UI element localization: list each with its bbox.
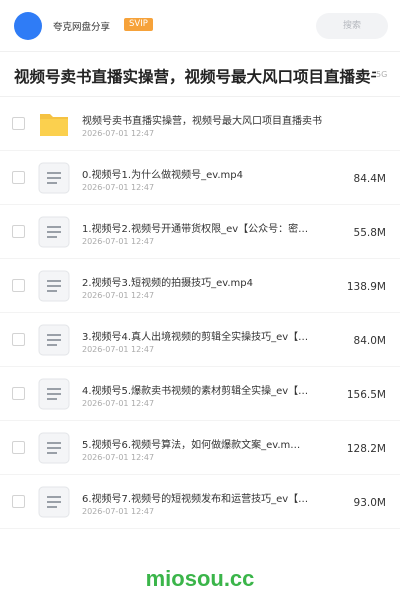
row-checkbox[interactable] <box>12 225 25 238</box>
file-name: 2.视频号3.短视频的拍摄技巧_ev.mp4 <box>82 278 254 289</box>
file-row[interactable]: 2.视频号3.短视频的拍摄技巧_ev.mp4 2026-07-01 12:47 13… <box>0 259 400 313</box>
row-checkbox[interactable] <box>12 117 25 130</box>
top-bar: 夸克网盘分享 SVIP 搜索 <box>0 0 400 52</box>
file-row[interactable]: 1.视频号2.视频号开通带货权限_ev【公众号：密… 2026-07-01 12:… <box>0 205 400 259</box>
row-checkbox[interactable] <box>12 171 25 184</box>
row-checkbox[interactable] <box>12 333 25 346</box>
document-icon <box>38 378 70 410</box>
file-row[interactable]: 5.视频号6.视频号算法，如何做爆款文案_ev.m… 2026-07-01 12:… <box>0 421 400 475</box>
file-date: 2026-07-01 12:47 <box>82 507 155 516</box>
file-row[interactable]: 0.视频号1.为什么做视频号_ev.mp4 2026-07-01 12:47 84.… <box>0 151 400 205</box>
app-name: 夸克网盘分享 <box>53 22 111 33</box>
file-row[interactable]: 6.视频号7.视频号的短视频发布和运营技巧_ev【… 2026-07-01 12:… <box>0 475 400 529</box>
svip-badge: SVIP <box>124 18 153 31</box>
folder-icon <box>38 108 70 140</box>
file-size: 128.2M <box>346 443 386 455</box>
row-checkbox[interactable] <box>12 495 25 508</box>
file-name: 4.视频号5.爆款卖书视频的素材剪辑全实操_ev【… <box>82 386 309 397</box>
avatar[interactable] <box>14 12 42 40</box>
file-size: 84.0M <box>353 335 386 347</box>
document-icon <box>38 432 70 464</box>
file-size: 138.9M <box>346 281 386 293</box>
page-title: 视频号卖书直播实操营，视频号最大风口项目直播卖书 <box>14 68 376 86</box>
folder-row[interactable]: 视频号卖书直播实操营，视频号最大风口项目直播卖书 2026-07-01 12:47 <box>0 97 400 151</box>
file-date: 2026-07-01 12:47 <box>82 345 155 354</box>
document-icon <box>38 270 70 302</box>
file-row[interactable]: 3.视频号4.真人出境视频的剪辑全实操技巧_ev【… 2026-07-01 12:… <box>0 313 400 367</box>
file-date: 2026-07-01 12:47 <box>82 399 155 408</box>
document-icon <box>38 216 70 248</box>
file-size: 156.5M <box>346 389 386 401</box>
file-name: 3.视频号4.真人出境视频的剪辑全实操技巧_ev【… <box>82 332 309 343</box>
file-date: 2026-07-01 12:47 <box>82 183 155 192</box>
file-row[interactable]: 4.视频号5.爆款卖书视频的素材剪辑全实操_ev【… 2026-07-01 12:… <box>0 367 400 421</box>
row-checkbox[interactable] <box>12 279 25 292</box>
file-date: 2026-07-01 12:47 <box>82 237 155 246</box>
file-size: 55.8M <box>353 227 386 239</box>
file-size: 84.4M <box>353 173 386 185</box>
file-name: 1.视频号2.视频号开通带货权限_ev【公众号：密… <box>82 224 309 235</box>
share-title-row: 视频号卖书直播实操营，视频号最大风口项目直播卖书 5G <box>0 52 400 96</box>
row-checkbox[interactable] <box>12 387 25 400</box>
file-date: 2026-07-01 12:47 <box>82 291 155 300</box>
file-date: 2026-07-01 12:47 <box>82 129 155 138</box>
search-input[interactable]: 搜索 <box>316 13 388 39</box>
watermark: miosou.cc <box>145 566 255 591</box>
document-icon <box>38 162 70 194</box>
file-name: 6.视频号7.视频号的短视频发布和运营技巧_ev【… <box>82 494 309 505</box>
file-size: 93.0M <box>353 497 386 509</box>
document-icon <box>38 486 70 518</box>
total-size: 5G <box>376 70 388 79</box>
file-name: 5.视频号6.视频号算法，如何做爆款文案_ev.m… <box>82 440 301 451</box>
file-name: 视频号卖书直播实操营，视频号最大风口项目直播卖书 <box>82 116 322 127</box>
file-date: 2026-07-01 12:47 <box>82 453 155 462</box>
row-checkbox[interactable] <box>12 441 25 454</box>
file-list: 视频号卖书直播实操营，视频号最大风口项目直播卖书 2026-07-01 12:47… <box>0 96 400 529</box>
document-icon <box>38 324 70 356</box>
file-name: 0.视频号1.为什么做视频号_ev.mp4 <box>82 170 244 181</box>
